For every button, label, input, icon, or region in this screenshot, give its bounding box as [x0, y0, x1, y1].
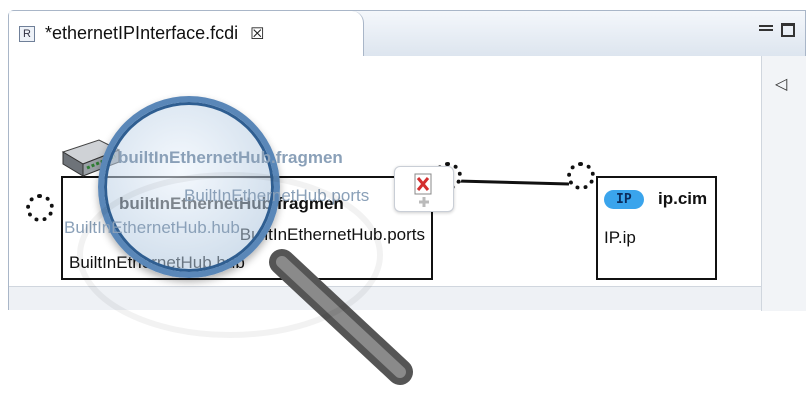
maximize-button[interactable]	[781, 23, 795, 37]
tab-title: *ethernetIPInterface.fcdi	[45, 23, 239, 43]
horizontal-scrollbar[interactable]	[9, 286, 761, 310]
tab-ethernet-ip-interface[interactable]: R *ethernetIPInterface.fcdi ☒	[9, 11, 364, 56]
minimize-button[interactable]	[759, 25, 773, 31]
delete-tool[interactable]	[394, 166, 454, 212]
tab-bar: R *ethernetIPInterface.fcdi ☒	[9, 11, 805, 57]
ip-port[interactable]	[567, 162, 595, 190]
triangle-left-icon[interactable]: ◁	[775, 74, 787, 94]
hub-port-left[interactable]	[26, 194, 54, 222]
ip-node-title: ip.cim	[658, 189, 708, 208]
lens-ports-label: BuiltInEthernetHub.ports	[184, 186, 370, 205]
vertical-scrollbar[interactable]: ◁	[761, 56, 806, 311]
lens-hub-title: builtInEthernetHub.fragmen	[118, 148, 343, 167]
close-icon[interactable]: ☒	[250, 24, 264, 44]
ip-label: IP.ip	[604, 228, 636, 247]
lens-hub-label: BuiltInEthernetHub.hub	[64, 218, 240, 237]
resource-icon: R	[19, 25, 35, 42]
magnifier-lens: builtInEthernetHub.fragmen BuiltInEthern…	[64, 96, 369, 278]
ip-node[interactable]: IP ip.cim IP.ip	[596, 176, 717, 280]
ip-badge: IP	[604, 190, 644, 209]
delete-icon	[414, 173, 432, 207]
